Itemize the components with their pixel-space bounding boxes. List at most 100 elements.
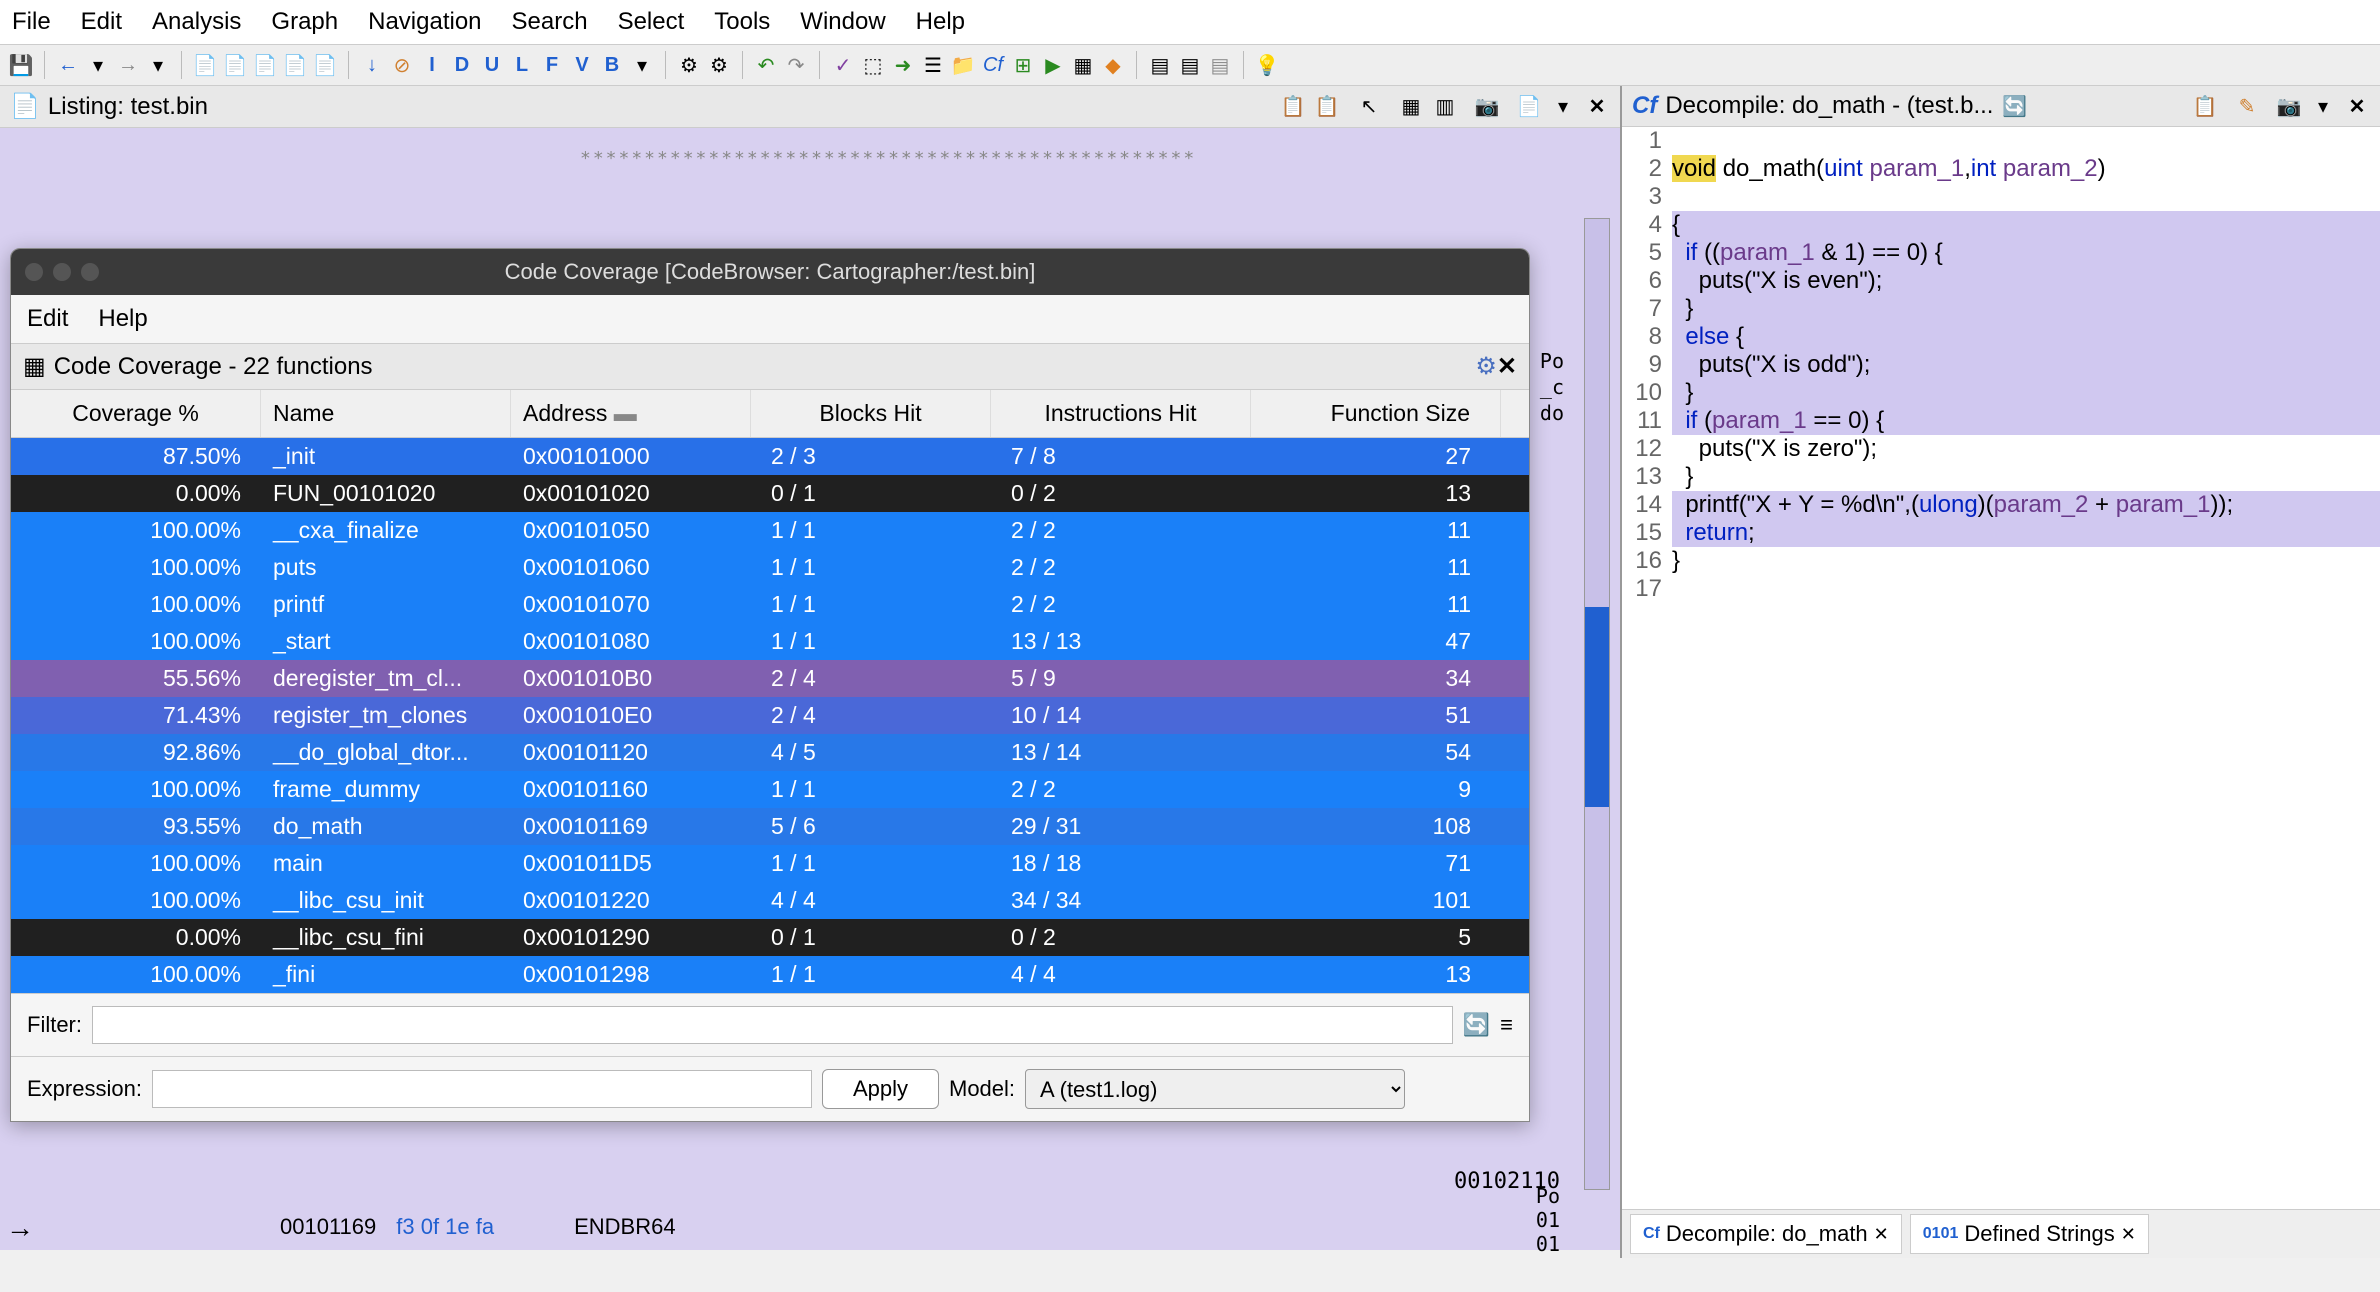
table-row[interactable]: 0.00%FUN_001010200x001010200 / 10 / 213 [11,475,1529,512]
window-icon[interactable]: ▤ [1147,52,1173,78]
copy-icon[interactable]: 📋 [1280,94,1306,120]
menu-edit[interactable]: Edit [81,8,122,36]
gear-icon[interactable]: ⚙ [1475,352,1497,381]
menu-file[interactable]: File [12,8,51,36]
cursor-icon[interactable]: ↖ [1356,94,1382,120]
decompile-body[interactable]: 12void do_math(uint param_1,int param_2)… [1622,127,2380,1209]
window-icon[interactable]: ▤ [1177,52,1203,78]
table-row[interactable]: 100.00%main0x001011D51 / 118 / 1871 [11,845,1529,882]
edit-icon[interactable]: ✎ [2234,93,2260,119]
table-row[interactable]: 100.00%_start0x001010801 / 113 / 1347 [11,623,1529,660]
code-line[interactable]: 14 printf("X + Y = %d\n",(ulong)(param_2… [1622,491,2380,519]
close-icon[interactable]: ✕ [2121,1224,2136,1245]
cf-icon[interactable]: Cf [980,52,1006,78]
code-line[interactable]: 16} [1622,547,2380,575]
code-line[interactable]: 10 } [1622,379,2380,407]
menu-analysis[interactable]: Analysis [152,8,241,36]
code-line[interactable]: 7 } [1622,295,2380,323]
doc-icon[interactable]: 📄 [282,52,308,78]
header-instructions[interactable]: Instructions Hit [991,390,1251,437]
dropdown-icon[interactable]: ▾ [1550,94,1576,120]
list-icon[interactable]: ☰ [920,52,946,78]
dropdown-icon[interactable]: ▾ [2310,93,2336,119]
l-icon[interactable]: L [509,52,535,78]
circle-icon[interactable]: ⊘ [389,52,415,78]
header-size[interactable]: Function Size [1251,390,1501,437]
play-icon[interactable]: ▶ [1040,52,1066,78]
header-name[interactable]: Name [261,390,511,437]
layout-icon[interactable]: ▦ [1398,94,1424,120]
menu-tools[interactable]: Tools [714,8,770,36]
menu-graph[interactable]: Graph [271,8,338,36]
code-line[interactable]: 12 puts("X is zero"); [1622,435,2380,463]
dropdown-icon[interactable]: ▾ [85,52,111,78]
overview-strip[interactable] [1584,218,1610,1190]
coverage-rows[interactable]: 87.50%_init0x001010002 / 37 / 8270.00%FU… [11,438,1529,993]
diamond-icon[interactable]: ◆ [1100,52,1126,78]
tool-icon[interactable]: ⚙ [676,52,702,78]
layout-icon[interactable]: ▥ [1432,94,1458,120]
doc-icon[interactable]: 📄 [222,52,248,78]
coverage-headers[interactable]: Coverage % Name Address ▬ Blocks Hit Ins… [11,390,1529,438]
check-icon[interactable]: ✓ [830,52,856,78]
camera-icon[interactable]: 📷 [1474,94,1500,120]
down-arrow-icon[interactable]: ↓ [359,52,385,78]
forward-icon[interactable]: → [115,52,141,78]
bulb-icon[interactable]: 💡 [1254,52,1280,78]
table-row[interactable]: 55.56%deregister_tm_cl...0x001010B02 / 4… [11,660,1529,697]
filter-settings-icon[interactable]: ≡ [1500,1012,1513,1038]
table-row[interactable]: 0.00%__libc_csu_fini0x001012900 / 10 / 2… [11,919,1529,956]
doc-icon[interactable]: 📄 [312,52,338,78]
doc-icon[interactable]: 📄 [252,52,278,78]
b-icon[interactable]: B [599,52,625,78]
coverage-title-bar[interactable]: Code Coverage [CodeBrowser: Cartographer… [11,249,1529,295]
filter-apply-icon[interactable]: 🔄 [1463,1012,1490,1038]
dropdown-icon[interactable]: ▾ [145,52,171,78]
menu-help[interactable]: Help [916,8,965,36]
redo-icon[interactable]: ↷ [783,52,809,78]
u-icon[interactable]: U [479,52,505,78]
undo-icon[interactable]: ↶ [753,52,779,78]
menu-navigation[interactable]: Navigation [368,8,481,36]
refresh-icon[interactable]: 🔄 [2001,93,2027,119]
menu-help[interactable]: Help [98,305,147,333]
code-line[interactable]: 4{ [1622,211,2380,239]
menu-select[interactable]: Select [618,8,685,36]
code-line[interactable]: 6 puts("X is even"); [1622,267,2380,295]
window-icon[interactable]: ▤ [1207,52,1233,78]
apply-button[interactable]: Apply [822,1069,939,1109]
table-row[interactable]: 93.55%do_math0x001011695 / 629 / 31108 [11,808,1529,845]
model-select[interactable]: A (test1.log) [1025,1069,1405,1109]
expression-input[interactable] [152,1070,812,1108]
tool-icon[interactable]: ⚙ [706,52,732,78]
table-row[interactable]: 100.00%_fini0x001012981 / 14 / 413 [11,956,1529,993]
close-icon[interactable]: ✕ [1874,1224,1889,1245]
code-line[interactable]: 2void do_math(uint param_1,int param_2) [1622,155,2380,183]
v-icon[interactable]: V [569,52,595,78]
doc-icon[interactable]: 📄 [1516,94,1542,120]
code-line[interactable]: 5 if ((param_1 & 1) == 0) { [1622,239,2380,267]
menu-window[interactable]: Window [800,8,885,36]
binary-icon[interactable]: ⬚ [860,52,886,78]
code-line[interactable]: 9 puts("X is odd"); [1622,351,2380,379]
table-row[interactable]: 100.00%printf0x001010701 / 12 / 211 [11,586,1529,623]
tab-defined-strings[interactable]: 0101Defined Strings✕ [1910,1214,2149,1254]
paste-icon[interactable]: 📋 [1314,94,1340,120]
header-coverage[interactable]: Coverage % [11,390,261,437]
code-line[interactable]: 1 [1622,127,2380,155]
i-icon[interactable]: I [419,52,445,78]
traffic-lights[interactable] [25,263,99,281]
header-address[interactable]: Address ▬ [511,390,751,437]
code-line[interactable]: 13 } [1622,463,2380,491]
code-line[interactable]: 15 return; [1622,519,2380,547]
code-line[interactable]: 17 [1622,575,2380,603]
close-icon[interactable]: ✕ [2344,93,2370,119]
copy-icon[interactable]: 📋 [2192,93,2218,119]
table-row[interactable]: 100.00%__cxa_finalize0x001010501 / 12 / … [11,512,1529,549]
tab-decompile-do-math[interactable]: CfDecompile: do_math✕ [1630,1214,1902,1254]
table-row[interactable]: 92.86%__do_global_dtor...0x001011204 / 5… [11,734,1529,771]
table-row[interactable]: 87.50%_init0x001010002 / 37 / 827 [11,438,1529,475]
table-row[interactable]: 71.43%register_tm_clones0x001010E02 / 41… [11,697,1529,734]
tree-icon[interactable]: ⊞ [1010,52,1036,78]
table-row[interactable]: 100.00%frame_dummy0x001011601 / 12 / 29 [11,771,1529,808]
